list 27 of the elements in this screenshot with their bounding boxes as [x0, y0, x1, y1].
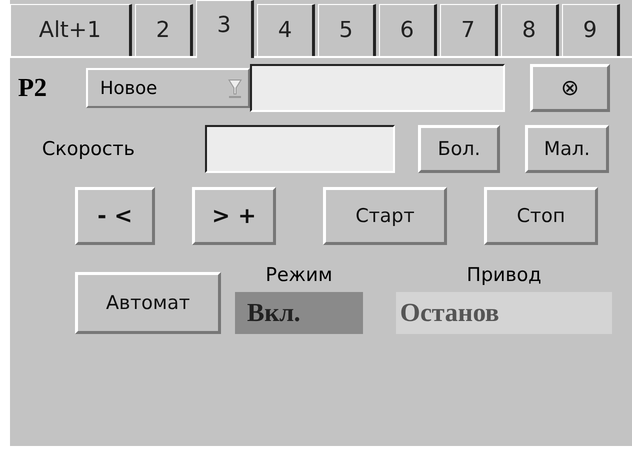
device-dropdown[interactable]: Новое [86, 68, 250, 108]
step-back-button[interactable]: - < [75, 187, 155, 245]
tab[interactable]: 4 [257, 4, 315, 56]
tab[interactable]: 7 [440, 4, 498, 56]
mode-value: Вкл. [235, 292, 363, 334]
tab[interactable]: 5 [318, 4, 376, 56]
funnel-icon [228, 77, 242, 99]
tab[interactable]: 8 [501, 4, 559, 56]
speed-field[interactable] [205, 125, 395, 173]
step-forward-button[interactable]: > + [192, 187, 276, 245]
auto-button[interactable]: Автомат [75, 272, 221, 334]
stop-button[interactable]: Стоп [484, 187, 598, 245]
mode-label: Режим [266, 263, 332, 288]
increase-button[interactable]: Бол. [418, 125, 500, 173]
start-button[interactable]: Старт [323, 187, 447, 245]
speed-label: Скорость [42, 138, 136, 160]
tab[interactable]: 6 [379, 4, 437, 56]
device-label: P2 [18, 73, 48, 103]
tab[interactable]: 9 [562, 4, 620, 56]
drive-label: Привод [466, 263, 542, 288]
drive-value: Останов [396, 292, 612, 334]
tab[interactable]: 3 [196, 0, 254, 58]
close-button[interactable]: ⊗ [530, 64, 610, 112]
device-name-field[interactable] [250, 64, 505, 112]
tab[interactable]: 2 [135, 4, 193, 56]
tab[interactable]: Alt+1 [10, 4, 132, 56]
decrease-button[interactable]: Мал. [525, 125, 609, 173]
